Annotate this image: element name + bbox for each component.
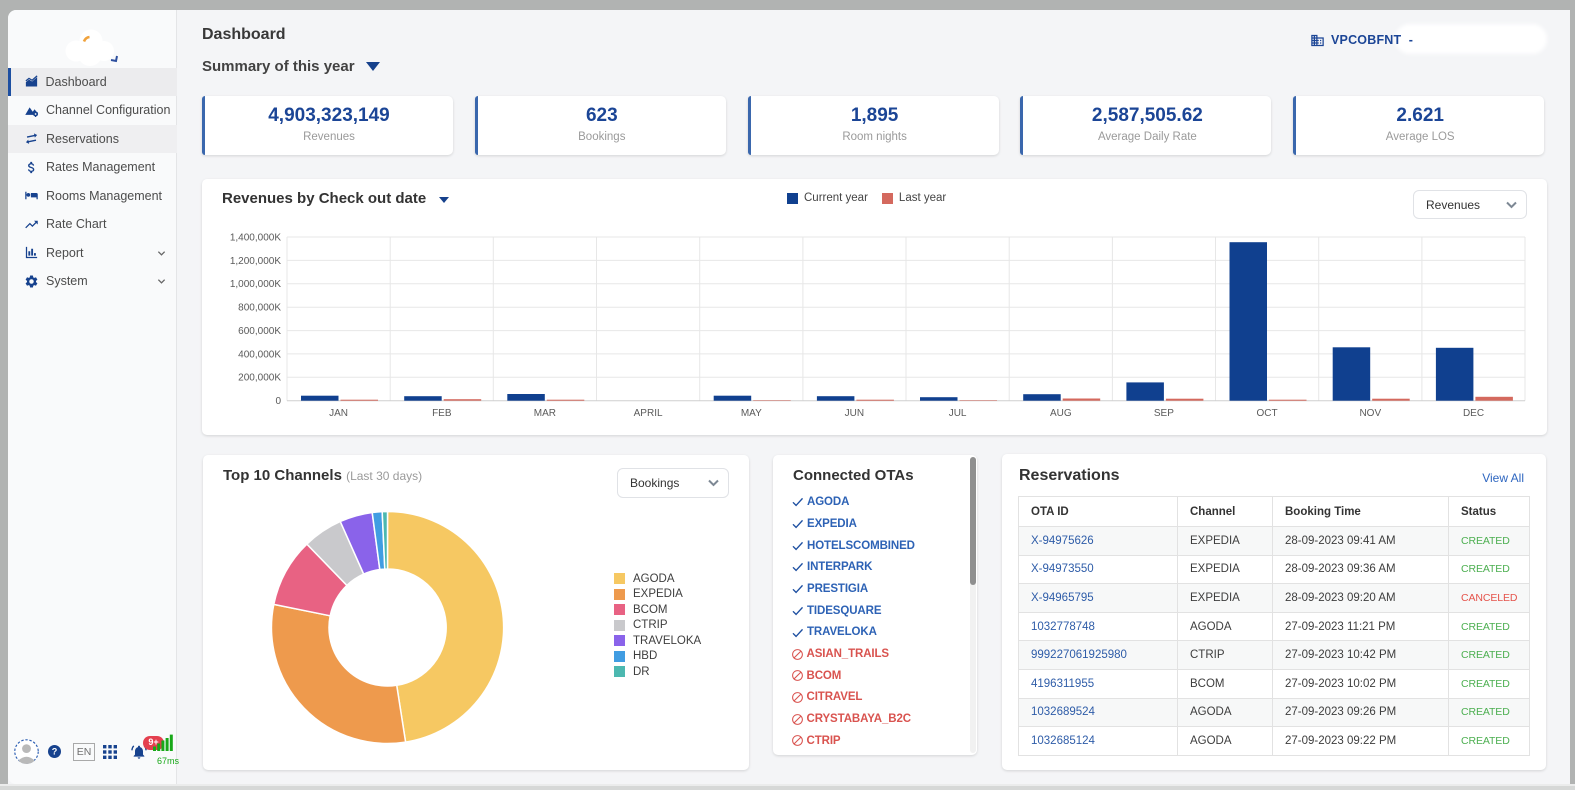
svg-text:JUN: JUN xyxy=(845,408,864,419)
svg-text:SEP: SEP xyxy=(1154,408,1174,419)
svg-text:0: 0 xyxy=(275,396,281,407)
svg-text:DEC: DEC xyxy=(1463,408,1484,419)
svg-text:200,000K: 200,000K xyxy=(238,373,281,384)
svg-text:JAN: JAN xyxy=(329,408,348,419)
svg-text:1,400,000K: 1,400,000K xyxy=(230,232,281,243)
svg-text:400,000K: 400,000K xyxy=(238,349,281,360)
svg-text:OCT: OCT xyxy=(1257,408,1278,419)
svg-text:MAY: MAY xyxy=(741,408,762,419)
svg-text:FEB: FEB xyxy=(432,408,452,419)
svg-text:MAR: MAR xyxy=(534,408,556,419)
svg-text:AUG: AUG xyxy=(1050,408,1072,419)
svg-text:800,000K: 800,000K xyxy=(238,303,281,314)
svg-text:JUL: JUL xyxy=(949,408,967,419)
svg-text:?: ? xyxy=(52,747,58,757)
svg-text:1,000,000K: 1,000,000K xyxy=(230,279,281,290)
svg-text:APRIL: APRIL xyxy=(634,408,663,419)
svg-text:1,200,000K: 1,200,000K xyxy=(230,256,281,267)
svg-text:600,000K: 600,000K xyxy=(238,326,281,337)
svg-text:NOV: NOV xyxy=(1359,408,1381,419)
